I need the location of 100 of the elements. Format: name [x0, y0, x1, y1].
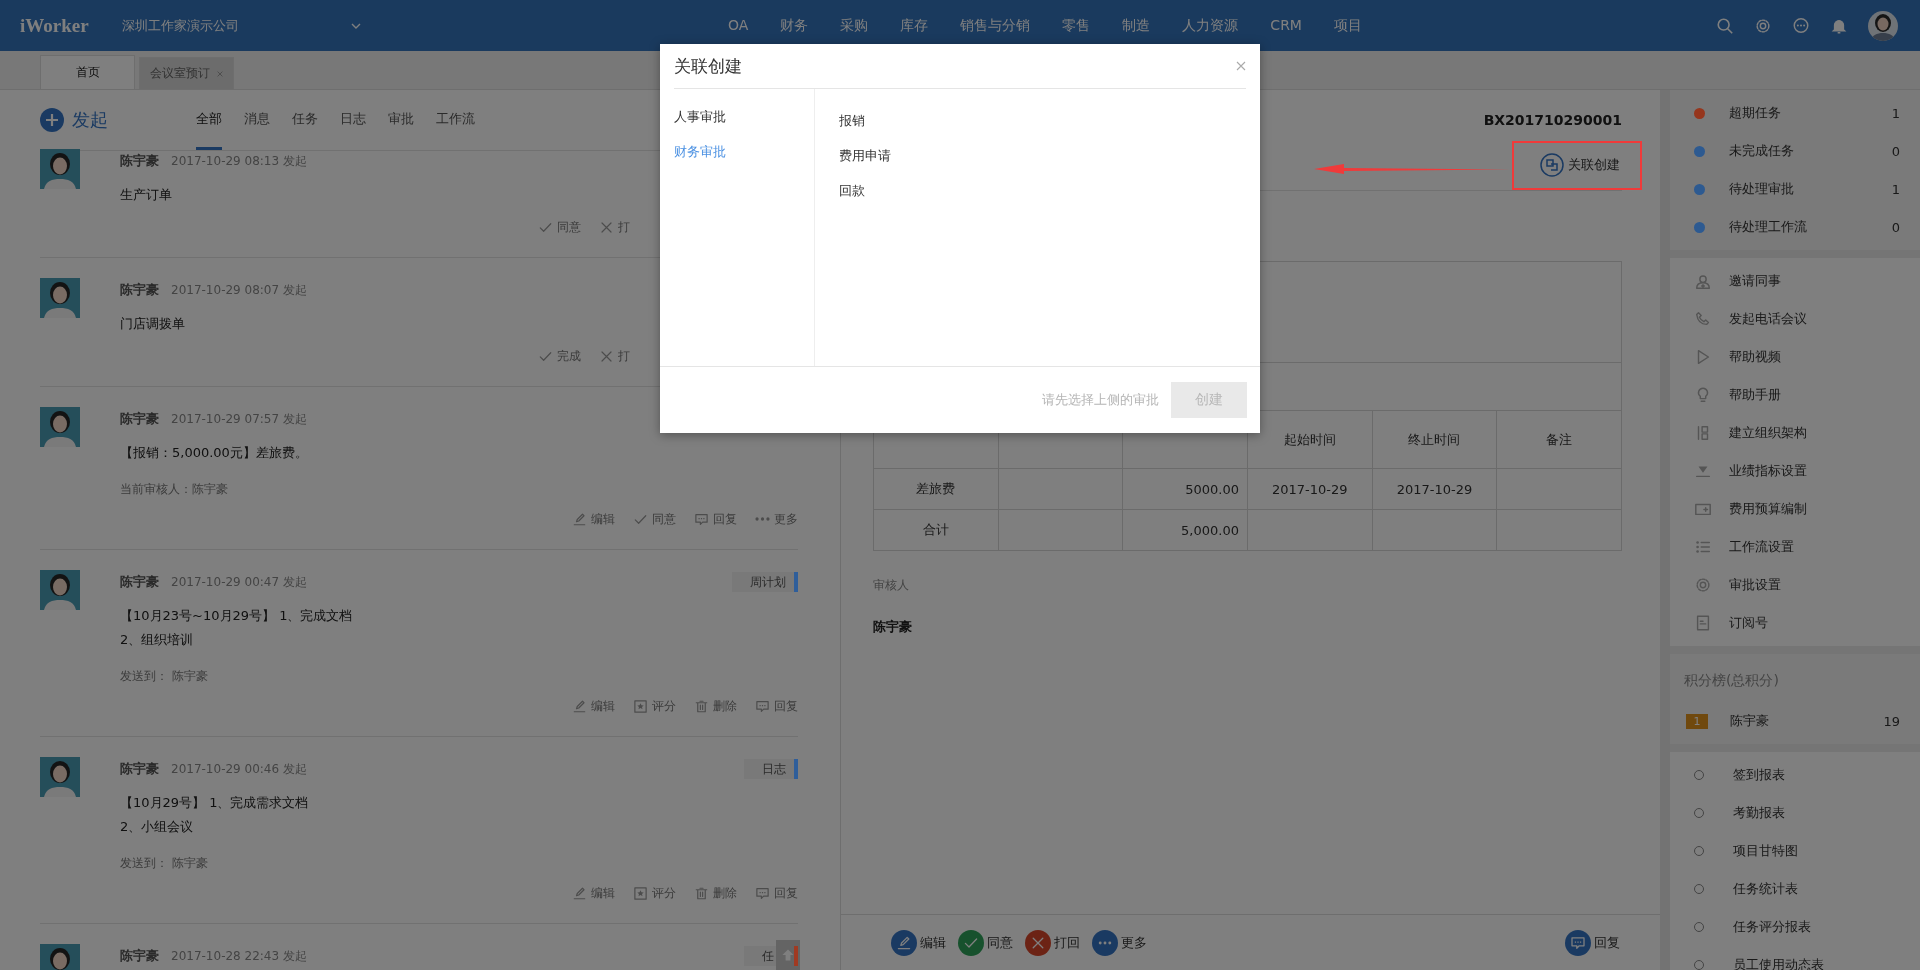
- reject-button[interactable]: 打: [599, 217, 630, 237]
- close-icon[interactable]: [215, 69, 224, 78]
- nav-item[interactable]: 零售: [1062, 16, 1091, 35]
- agree-button[interactable]: 同意: [538, 217, 581, 237]
- nav-item[interactable]: OA: [728, 16, 749, 35]
- edit-button[interactable]: 编辑: [572, 509, 615, 529]
- filter-tab[interactable]: 工作流: [436, 90, 475, 150]
- edit-button[interactable]: 编辑: [572, 883, 615, 903]
- nav-item[interactable]: 项目: [1333, 16, 1362, 35]
- search-icon[interactable]: [1716, 16, 1734, 35]
- nav-item[interactable]: 制造: [1122, 16, 1151, 35]
- counter-label: 待处理审批: [1729, 180, 1794, 198]
- post-meta: 发送到： 陈宇豪: [120, 855, 209, 872]
- reviewer-name: 陈宇豪: [873, 618, 913, 636]
- report-item[interactable]: 签到报表: [1670, 756, 1920, 794]
- type-item[interactable]: 回款: [839, 173, 891, 208]
- new-button[interactable]: 发起: [40, 90, 108, 150]
- reply-button[interactable]: 回复: [694, 509, 737, 529]
- close-icon[interactable]: [1236, 61, 1246, 71]
- pencil-icon: [572, 511, 587, 527]
- company-selector[interactable]: 深圳工作家演示公司: [122, 16, 722, 35]
- link-create-button[interactable]: 关联创建: [1540, 153, 1620, 177]
- filter-tab[interactable]: 日志: [340, 90, 366, 150]
- category-item[interactable]: 财务审批: [660, 134, 814, 169]
- menu-item[interactable]: 工作流设置: [1670, 528, 1920, 566]
- user-plus-icon: [1694, 272, 1712, 290]
- menu-item[interactable]: 帮助视频: [1670, 338, 1920, 376]
- filter-tab[interactable]: 全部: [196, 90, 222, 150]
- report-label: 项目甘特图: [1733, 842, 1798, 860]
- menu-item[interactable]: 订阅号: [1670, 604, 1920, 642]
- menu-item[interactable]: 业绩指标设置: [1670, 452, 1920, 490]
- more-button[interactable]: 更多: [755, 509, 798, 529]
- reject-button[interactable]: 打回: [1025, 929, 1080, 956]
- pencil-icon: [891, 929, 917, 956]
- rate-button[interactable]: 评分: [633, 883, 676, 903]
- chat-icon[interactable]: [1792, 16, 1810, 35]
- nav-item[interactable]: 采购: [840, 16, 869, 35]
- cross-icon: [1025, 929, 1051, 956]
- star-box-icon: [633, 698, 648, 714]
- menu-item[interactable]: 建立组织架构: [1670, 414, 1920, 452]
- counter-value: 1: [1891, 181, 1900, 197]
- column-header: 备注: [1496, 410, 1622, 469]
- edit-button[interactable]: 编辑: [572, 696, 615, 716]
- settings-icon[interactable]: [1754, 16, 1772, 35]
- filter-tab[interactable]: 消息: [244, 90, 270, 150]
- menu-label: 业绩指标设置: [1729, 462, 1807, 480]
- settings-icon: [1694, 576, 1712, 594]
- score-value: 19: [1883, 713, 1900, 729]
- reject-button[interactable]: 打: [599, 346, 630, 366]
- nav-item[interactable]: CRM: [1270, 16, 1302, 35]
- agree-button[interactable]: 同意: [958, 929, 1013, 956]
- delete-button[interactable]: 删除: [694, 696, 737, 716]
- post-text: 【10月23号~10月29号】 1、完成文档: [120, 607, 354, 625]
- counter-item[interactable]: 超期任务 1: [1670, 94, 1920, 132]
- table-cell: 差旅费: [873, 468, 999, 510]
- pencil-icon: [572, 698, 587, 714]
- edit-button[interactable]: 编辑: [891, 929, 946, 956]
- menu-item[interactable]: 帮助手册: [1670, 376, 1920, 414]
- reply-button[interactable]: 回复: [755, 696, 798, 716]
- post-text: 2、组织培训: [120, 631, 195, 649]
- table-cell: 2017-10-29: [1372, 468, 1497, 510]
- chat-icon: [1565, 929, 1591, 956]
- agree-button[interactable]: 同意: [633, 509, 676, 529]
- delete-button[interactable]: 删除: [694, 883, 737, 903]
- more-button[interactable]: 更多: [1092, 929, 1147, 956]
- arrow-up-icon: [780, 947, 796, 963]
- nav-item[interactable]: 销售与分销: [960, 16, 1031, 35]
- report-item[interactable]: 任务统计表: [1670, 870, 1920, 908]
- counter-item[interactable]: 待处理审批 1: [1670, 170, 1920, 208]
- report-item[interactable]: 考勤报表: [1670, 794, 1920, 832]
- report-item[interactable]: 任务评分报表: [1670, 908, 1920, 946]
- reply-button[interactable]: 回复: [755, 883, 798, 903]
- counter-value: 1: [1891, 105, 1900, 121]
- menu-label: 订阅号: [1729, 614, 1768, 632]
- nav-item[interactable]: 财务: [780, 16, 809, 35]
- type-item[interactable]: 费用申请: [839, 138, 891, 173]
- menu-item[interactable]: 邀请同事: [1670, 262, 1920, 300]
- menu-item[interactable]: 审批设置: [1670, 566, 1920, 604]
- counter-value: 0: [1891, 143, 1900, 159]
- menu-label: 工作流设置: [1729, 538, 1794, 556]
- page-tab[interactable]: 首页: [40, 55, 135, 89]
- reply-button[interactable]: 回复: [1565, 929, 1620, 956]
- chat-icon: [755, 698, 770, 714]
- counter-label: 超期任务: [1729, 104, 1781, 122]
- plus-icon: [40, 108, 64, 132]
- menu-item[interactable]: 费用预算编制: [1670, 490, 1920, 528]
- category-item[interactable]: 人事审批: [660, 99, 814, 134]
- nav-item[interactable]: 库存: [900, 16, 929, 35]
- leader-name: 陈宇豪: [1730, 712, 1769, 730]
- filter-tab[interactable]: 任务: [292, 90, 318, 150]
- type-item[interactable]: 报销: [839, 103, 891, 138]
- complete-button[interactable]: 完成: [538, 346, 581, 366]
- caret-icon: [351, 22, 361, 29]
- rate-button[interactable]: 评分: [633, 696, 676, 716]
- counter-item[interactable]: 待处理工作流 0: [1670, 208, 1920, 246]
- menu-item[interactable]: 发起电话会议: [1670, 300, 1920, 338]
- counter-item[interactable]: 未完成任务 0: [1670, 132, 1920, 170]
- nav-item[interactable]: 人力资源: [1182, 16, 1239, 35]
- report-item[interactable]: 项目甘特图: [1670, 832, 1920, 870]
- filter-tab[interactable]: 审批: [388, 90, 414, 150]
